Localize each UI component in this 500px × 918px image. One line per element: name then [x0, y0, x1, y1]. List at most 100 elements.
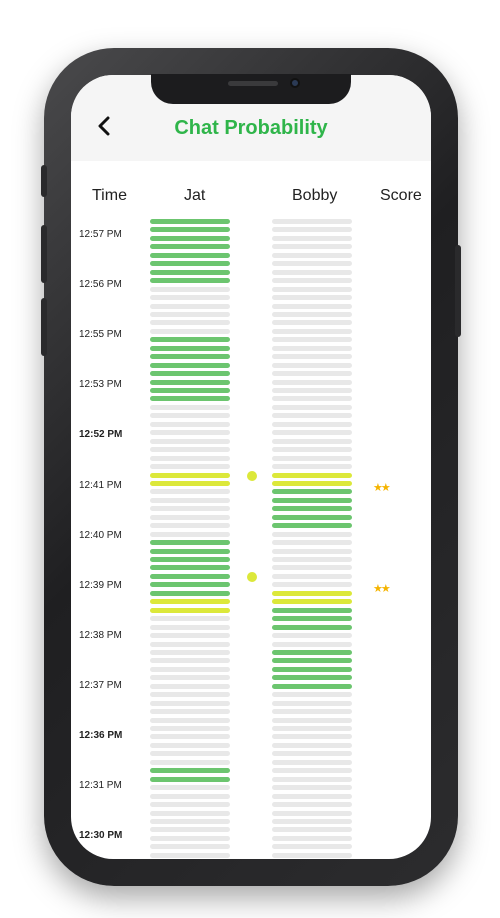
jat-slot-available [150, 590, 230, 596]
bobby-slot-empty [272, 286, 352, 292]
jat-slot-empty [150, 328, 230, 334]
jat-slot-empty [150, 421, 230, 427]
bobby-slot-empty [272, 404, 352, 410]
bobby-slot-empty [272, 396, 352, 402]
jat-slot-empty [150, 413, 230, 419]
bobby-slot-empty [272, 582, 352, 588]
jat-slot-empty [150, 455, 230, 461]
bobby-slot-empty [272, 844, 352, 850]
jat-slot-empty [150, 827, 230, 833]
time-label: 12:52 PM [79, 429, 123, 441]
jat-slot-available [150, 235, 230, 241]
volume-down-button [41, 298, 47, 356]
bobby-slot-empty [272, 430, 352, 436]
bobby-slot-empty [272, 793, 352, 799]
jat-slot-empty [150, 793, 230, 799]
jat-slot-empty [150, 675, 230, 681]
bobby-slot-empty [272, 734, 352, 740]
column-header-jat: Jat [184, 187, 206, 204]
jat-slot-available [150, 768, 230, 774]
jat-slot-empty [150, 683, 230, 689]
jat-slot-available [150, 219, 230, 224]
time-label: 12:37 PM [79, 679, 122, 691]
silent-switch [41, 165, 47, 197]
time-label: 12:40 PM [79, 529, 122, 541]
bobby-slot-empty [272, 557, 352, 562]
bobby-slot-available [272, 658, 352, 664]
jat-slot-overlap [150, 607, 230, 613]
jat-slot-empty [150, 506, 230, 512]
bobby-slot-empty [272, 768, 352, 774]
bobby-slot-available [272, 497, 352, 503]
time-label: 12:41 PM [79, 479, 122, 491]
jat-slot-empty [150, 844, 230, 850]
bobby-slot-empty [272, 827, 352, 833]
jat-slot-empty [150, 726, 230, 731]
jat-slot-empty [150, 692, 230, 698]
bobby-slot-empty [272, 802, 352, 808]
bobby-slot-empty [272, 633, 352, 639]
time-label: 12:31 PM [79, 780, 122, 792]
jat-slot-empty [150, 717, 230, 723]
jat-slot-empty [150, 785, 230, 791]
bobby-slot-empty [272, 244, 352, 250]
jat-slot-empty [150, 523, 230, 529]
jat-slot-empty [150, 751, 230, 757]
jat-slot-empty [150, 303, 230, 309]
bobby-slot-empty [272, 345, 352, 351]
jat-slot-overlap [150, 480, 230, 486]
bobby-slot-empty [272, 751, 352, 757]
time-label: 12:53 PM [79, 379, 122, 391]
bobby-slot-empty [272, 742, 352, 748]
time-label: 12:36 PM [79, 730, 123, 741]
bobby-slot-empty [272, 320, 352, 326]
jat-slot-available [150, 345, 230, 351]
jat-slot-empty [150, 802, 230, 808]
jat-slot-empty [150, 497, 230, 503]
time-label: 12:38 PM [79, 629, 122, 641]
column-header-score: Score [380, 187, 422, 204]
jat-slot-empty [150, 295, 230, 301]
bobby-slot-empty [272, 227, 352, 233]
jat-slot-available [150, 388, 230, 393]
jat-slot-empty [150, 489, 230, 495]
jat-slot-available [150, 269, 230, 275]
phone-screen: Chat Probability Time Jat Bobby Score 12… [71, 75, 431, 859]
bobby-slot-empty [272, 717, 352, 723]
bobby-slot-available [272, 607, 352, 613]
bobby-slot-empty [272, 371, 352, 377]
bobby-slot-overlap [272, 599, 352, 605]
bobby-slot-empty [272, 438, 352, 444]
time-label: 12:39 PM [79, 579, 122, 591]
bobby-slot-empty [272, 328, 352, 334]
jat-slot-empty [150, 404, 230, 410]
star-icon: ★★ [373, 481, 391, 494]
volume-up-button [41, 225, 47, 283]
bobby-slot-available [272, 666, 352, 672]
jat-slot-empty [150, 514, 230, 520]
bobby-slot-available [272, 683, 352, 689]
bobby-slot-empty [272, 709, 352, 715]
jat-slot-available [150, 582, 230, 588]
jat-slot-empty [150, 464, 230, 470]
jat-slot-empty [150, 624, 230, 630]
bobby-slot-empty [272, 700, 352, 706]
jat-slot-empty [150, 666, 230, 672]
bobby-slot-empty [272, 278, 352, 284]
jat-slot-empty [150, 633, 230, 639]
bobby-slot-empty [272, 548, 352, 554]
jat-slot-available [150, 548, 230, 554]
column-header-time: Time [92, 187, 127, 204]
bobby-slot-empty [272, 261, 352, 267]
match-dot [247, 571, 257, 582]
jat-slot-empty [150, 700, 230, 706]
bobby-slot-empty [272, 573, 352, 579]
bobby-slot-empty [272, 565, 352, 571]
jat-slot-empty [150, 658, 230, 664]
jat-slot-overlap [150, 599, 230, 605]
jat-slot-available [150, 379, 230, 385]
bobby-slot-empty [272, 388, 352, 393]
bobby-slot-empty [272, 464, 352, 470]
jat-slot-available [150, 776, 230, 782]
time-label: 12:30 PM [79, 830, 123, 842]
